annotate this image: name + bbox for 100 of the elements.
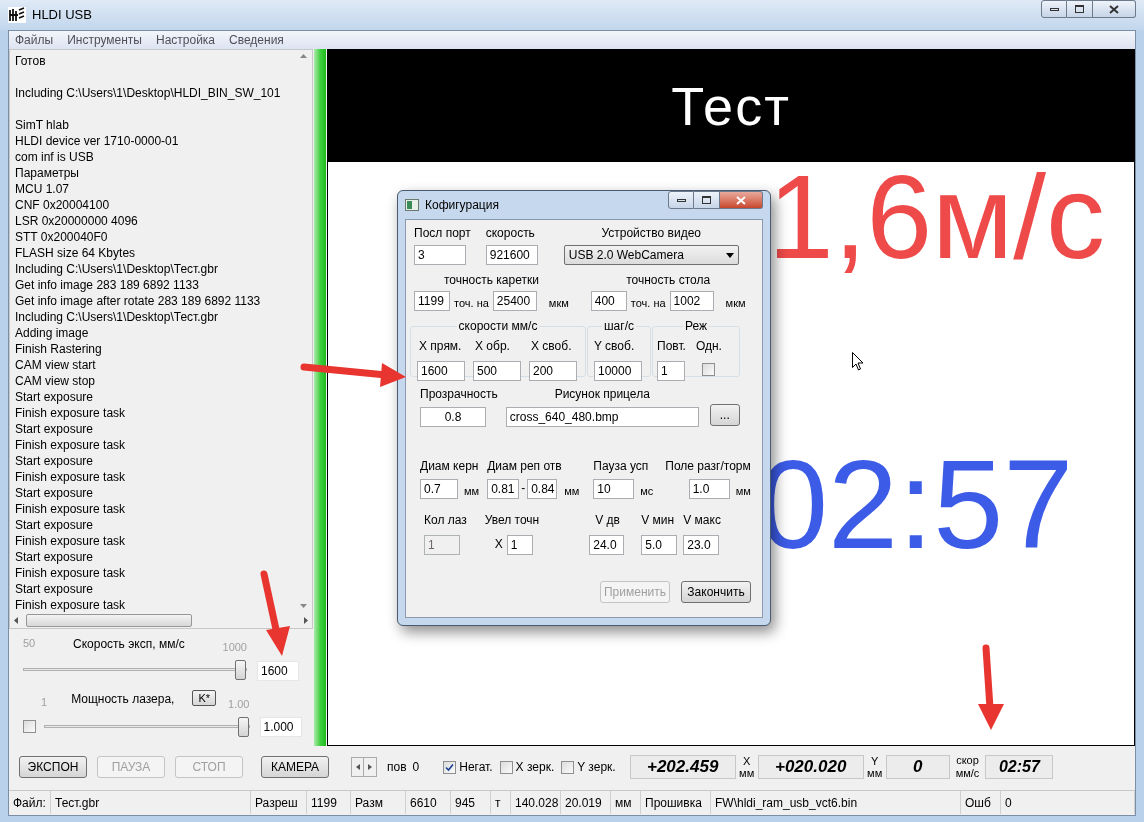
banner-text: Тест (671, 74, 791, 138)
label: Рисунок прицела (554, 386, 650, 403)
log-line: Including C:\Users\1\Desktop\HLDI_BIN_SW_101 (15, 85, 282, 101)
status-cell: 140.028 (511, 791, 561, 814)
label: мм (867, 767, 883, 779)
text-field[interactable]: 921600 (485, 245, 538, 265)
status-cell: Ошб (961, 791, 1001, 814)
button[interactable]: ЭКСПОН (19, 756, 87, 778)
video-device-dropdown[interactable]: USB 2.0 WebCamera (563, 245, 739, 265)
log-line: Start exposure (15, 453, 95, 469)
label: мм (464, 483, 480, 499)
rotation-value: 0 (412, 759, 420, 776)
text-field[interactable]: 25400 (492, 291, 537, 311)
label: Диам керн (420, 458, 480, 475)
log-line: com inf is USB (15, 149, 95, 165)
status-cell: Прошивка (641, 791, 711, 814)
button[interactable]: КАМЕРА (261, 756, 329, 778)
text-field[interactable]: 500 (473, 361, 521, 381)
text-field[interactable]: 1.000 (259, 717, 302, 737)
status-cell: Разреш (251, 791, 307, 814)
text-field[interactable]: 23.0 (683, 535, 720, 555)
log-line: Start exposure (15, 581, 95, 597)
checkbox[interactable] (443, 760, 457, 774)
label: Одн. (695, 338, 722, 355)
text-field[interactable]: 0.84 (527, 479, 558, 499)
button[interactable]: Закончить (681, 581, 751, 603)
log-line: HLDI device ver 1710-0000-01 (15, 133, 180, 149)
maximize-button[interactable] (694, 191, 720, 209)
label: точность каретки (443, 272, 539, 289)
window-title: HLDI USB (32, 6, 92, 24)
menu-item[interactable]: Инструменты (67, 31, 142, 49)
status-cell: Разм (351, 791, 406, 814)
maximize-button[interactable] (1067, 0, 1093, 18)
label: Диам реп отв (487, 458, 563, 475)
label: 1 (41, 694, 48, 710)
label: мм (564, 483, 580, 499)
close-button[interactable] (1093, 0, 1136, 18)
label: мкм (725, 295, 746, 311)
log-line: Start exposure (15, 549, 95, 565)
close-icon (736, 195, 746, 205)
scroll-down-icon[interactable] (300, 604, 307, 608)
log-line: Finish exposure task (15, 597, 127, 612)
text-field[interactable]: 400 (590, 291, 627, 311)
text-field[interactable]: 10000 (594, 361, 642, 381)
text-field[interactable]: 0.7 (420, 479, 458, 499)
slider-title: Мощность лазера, (71, 690, 175, 708)
text-field[interactable]: 200 (529, 361, 577, 381)
text-field[interactable]: 24.0 (589, 535, 625, 555)
text-field[interactable]: 1.0 (688, 479, 730, 499)
label: X (743, 755, 751, 767)
scroll-right-icon[interactable] (304, 616, 308, 624)
right-arrow-icon (368, 764, 372, 770)
spin-left-button[interactable] (351, 757, 364, 777)
text-field[interactable]: 3 (414, 245, 466, 265)
close-button[interactable] (720, 191, 763, 209)
text-field[interactable]: 1002 (669, 291, 714, 311)
label: мм (735, 483, 751, 499)
cursor-icon (852, 352, 864, 371)
text-field[interactable]: 0.81 (487, 479, 520, 499)
text-field[interactable]: 1600 (257, 660, 299, 681)
scroll-left-icon[interactable] (14, 616, 18, 624)
text-field[interactable]: 1 (657, 361, 685, 381)
checkbox[interactable] (499, 760, 513, 774)
slider-thumb[interactable] (235, 660, 246, 680)
spin-right-button[interactable] (364, 757, 377, 777)
label: V макс (683, 512, 721, 529)
scrollbar-thumb[interactable] (26, 613, 192, 627)
label: Пауза усп (593, 458, 650, 475)
k-button[interactable]: K* (192, 689, 217, 706)
menu-item[interactable]: Настройка (155, 31, 216, 49)
menu-item[interactable]: Сведения (229, 31, 284, 49)
coordinate-readout: +202.459 (629, 755, 736, 779)
status-cell: 0 (1001, 791, 1135, 814)
log-line: STT 0x200040F0 (15, 229, 109, 245)
time-readout: 02:57 (985, 755, 1054, 779)
text-field[interactable]: 1600 (417, 361, 465, 381)
text-field[interactable]: 10 (593, 479, 635, 499)
log-line: MCU 1.07 (15, 181, 71, 197)
status-cell: мм (611, 791, 641, 814)
checkbox[interactable] (561, 760, 575, 774)
label: Устройство видео (601, 225, 701, 242)
text-field[interactable]: cross_640_480.bmp (505, 407, 699, 427)
label: Поле разг/торм (665, 458, 751, 475)
menu-item[interactable]: Файлы (15, 31, 54, 49)
text-field[interactable]: 0.8 (420, 407, 486, 427)
log-line: Finish exposure task (15, 501, 127, 517)
minimize-button[interactable] (668, 191, 694, 209)
status-cell: FW\hldi_ram_usb_vct6.bin (711, 791, 961, 814)
slider-thumb[interactable] (237, 716, 249, 737)
browse-button[interactable]: ... (709, 404, 740, 426)
checkbox[interactable] (23, 719, 36, 733)
text-field[interactable]: 1 (506, 535, 533, 555)
minimize-button[interactable] (1041, 0, 1067, 18)
checkbox[interactable] (702, 363, 716, 376)
text-field[interactable]: 1199 (414, 291, 450, 311)
text-field[interactable]: 5.0 (641, 535, 678, 555)
log-line: Finish exposure task (15, 469, 127, 485)
label: мс (640, 483, 654, 499)
label: - (521, 480, 526, 497)
scroll-up-icon[interactable] (300, 54, 307, 58)
